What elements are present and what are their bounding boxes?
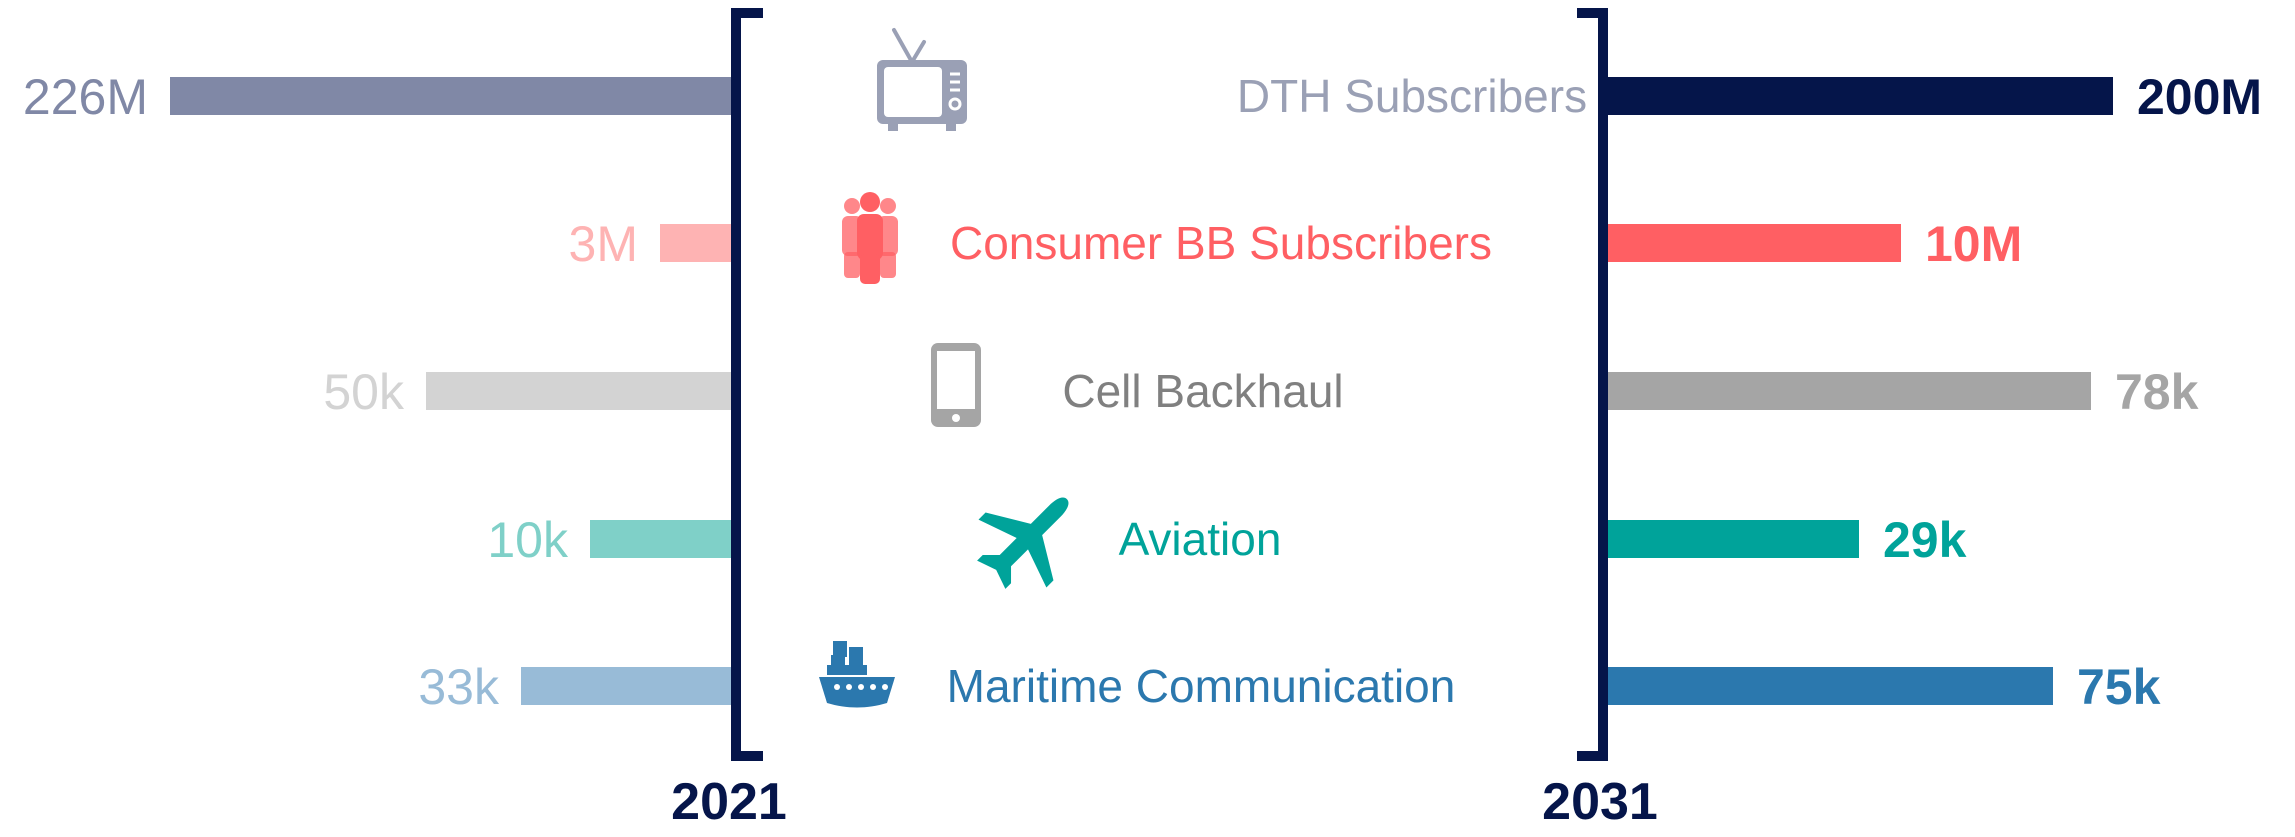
phone-icon: [931, 343, 981, 427]
category-label-2: Cell Backhaul: [1062, 365, 1343, 417]
tv-icon: [877, 28, 967, 131]
bar-2021-0: [170, 77, 736, 115]
value-label-2021-3: 10k: [487, 512, 569, 568]
value-label-2021-0: 226M: [23, 69, 148, 125]
bar-2031-0: [1603, 77, 2113, 115]
year-label-2031: 2031: [1542, 773, 1658, 831]
value-label-2031-1: 10M: [1925, 216, 2022, 272]
value-label-2021-4: 33k: [418, 659, 500, 715]
bracket-2031: [1577, 8, 1608, 761]
bar-2021-1: [660, 224, 736, 262]
people-icon: [842, 192, 898, 284]
category-label-0: DTH Subscribers: [1237, 70, 1587, 122]
bracket-2021: [731, 8, 763, 761]
value-label-2031-3: 29k: [1883, 512, 1967, 568]
bar-2031-4: [1603, 667, 2053, 705]
value-label-2031-4: 75k: [2077, 659, 2161, 715]
category-label-1: Consumer BB Subscribers: [950, 217, 1492, 269]
year-label-2021: 2021: [671, 773, 787, 831]
bar-2031-2: [1603, 372, 2091, 410]
bar-2021-4: [521, 667, 736, 705]
category-icons: [819, 28, 1069, 708]
bar-2021-2: [426, 372, 736, 410]
ship-icon: [819, 641, 895, 708]
value-label-2021-2: 50k: [323, 364, 405, 420]
bar-2031-3: [1603, 520, 1859, 558]
subscriber-growth-chart: 226M 200M DTH Subscribers 3M 10M Consumer BB …: [23, 8, 2262, 831]
airplane-icon: [977, 497, 1069, 589]
value-label-2021-1: 3M: [569, 216, 638, 272]
value-label-2031-2: 78k: [2115, 364, 2199, 420]
value-label-2031-0: 200M: [2137, 69, 2262, 125]
bar-2021-3: [590, 520, 736, 558]
category-label-3: Aviation: [1119, 513, 1282, 565]
category-label-4: Maritime Communication: [947, 660, 1456, 712]
bar-2031-1: [1603, 224, 1901, 262]
